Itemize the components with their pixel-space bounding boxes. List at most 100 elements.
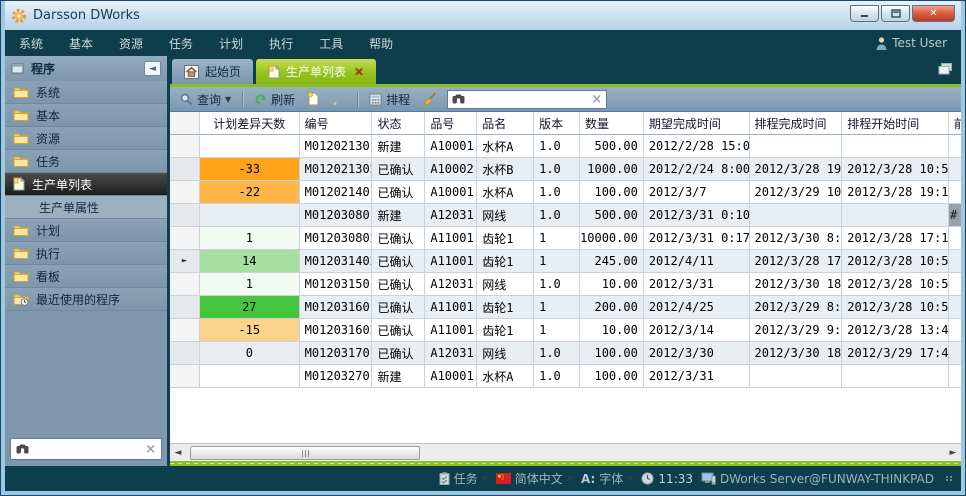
cell-code[interactable]: M012021302 xyxy=(300,158,373,181)
sidebar-item-资源[interactable]: 资源 xyxy=(5,127,167,150)
cell-item_no[interactable]: A11001 xyxy=(425,319,477,342)
cell-item_no[interactable]: A12031 xyxy=(425,342,477,365)
cell-diff[interactable]: -15 xyxy=(200,319,300,342)
cell-version[interactable]: 1 xyxy=(534,319,580,342)
tab-close-icon[interactable]: ✕ xyxy=(354,65,364,79)
cell-version[interactable]: 1.0 xyxy=(534,365,580,388)
cell-code[interactable]: M012032701 xyxy=(300,365,373,388)
cell-item_no[interactable]: A12031 xyxy=(425,273,477,296)
cell-item_no[interactable]: A10001 xyxy=(425,181,477,204)
cell-sched_start[interactable]: 2012/3/29 17:46 xyxy=(842,342,949,365)
cell-sched_start[interactable] xyxy=(842,365,949,388)
clean-button[interactable] xyxy=(418,91,441,107)
cell-version[interactable]: 1 xyxy=(534,227,580,250)
menu-item[interactable]: 工具 xyxy=(319,35,343,52)
cell-code[interactable]: M012031501 xyxy=(300,273,373,296)
table-row[interactable]: -15M012031602已确认A11001齿轮1110.002012/3/14… xyxy=(170,319,961,342)
cell-sched_end[interactable] xyxy=(750,204,843,227)
cell-diff[interactable] xyxy=(200,365,300,388)
cell-expect[interactable]: 2012/2/28 15:00 xyxy=(644,135,750,158)
cell-diff[interactable]: -33 xyxy=(200,158,300,181)
table-row[interactable]: ►14M012031402已确认A11001齿轮11245.002012/4/1… xyxy=(170,250,961,273)
cell-expect[interactable]: 2012/3/31 xyxy=(644,273,750,296)
cell-version[interactable]: 1 xyxy=(534,296,580,319)
table-row[interactable]: 27M012031601已确认A11001齿轮11200.002012/4/25… xyxy=(170,296,961,319)
cell-sched_start[interactable] xyxy=(842,135,949,158)
cell-expect[interactable]: 2012/4/25 xyxy=(644,296,750,319)
row-selector[interactable] xyxy=(170,296,200,319)
cell-qty[interactable]: 10.00 xyxy=(580,273,644,296)
column-header-期望完成时间[interactable]: 期望完成时间 xyxy=(644,112,750,135)
cell-sched_end[interactable]: 2012/3/30 18:00 xyxy=(750,273,843,296)
cell-diff[interactable]: 1 xyxy=(200,273,300,296)
column-header-前[interactable]: 前 xyxy=(949,112,961,135)
cell-code[interactable]: M012031601 xyxy=(300,296,373,319)
cell-diff[interactable]: 14 xyxy=(200,250,300,273)
cell-qty[interactable]: 200.00 xyxy=(580,296,644,319)
refresh-button[interactable]: 刷新 xyxy=(250,90,299,109)
cell-extra[interactable] xyxy=(949,319,961,342)
menu-item[interactable]: 执行 xyxy=(269,35,293,52)
column-header-版本[interactable]: 版本 xyxy=(534,112,580,135)
cell-status[interactable]: 已确认 xyxy=(372,181,425,204)
task-menu[interactable]: 任务 ▼ xyxy=(439,470,488,487)
sidebar-item-看板[interactable]: 看板 xyxy=(5,265,167,288)
cell-expect[interactable]: 2012/3/31 0:10 xyxy=(644,204,750,227)
column-header-品号[interactable]: 品号 xyxy=(425,112,477,135)
cell-qty[interactable]: 100.00 xyxy=(580,365,644,388)
cell-item_name[interactable]: 网线 xyxy=(477,273,534,296)
cell-version[interactable]: 1.0 xyxy=(534,342,580,365)
cell-status[interactable]: 已确认 xyxy=(372,158,425,181)
cell-extra[interactable] xyxy=(949,158,961,181)
cell-qty[interactable]: 10.00 xyxy=(580,319,644,342)
cell-version[interactable]: 1.0 xyxy=(534,158,580,181)
cell-status[interactable]: 已确认 xyxy=(372,250,425,273)
cell-sched_start[interactable]: 2012/3/28 10:52 xyxy=(842,296,949,319)
menu-item[interactable]: 计划 xyxy=(219,35,243,52)
sidebar-search-input[interactable] xyxy=(33,442,145,456)
scroll-left-icon[interactable]: ◄ xyxy=(170,448,186,458)
cell-qty[interactable]: 100.00 xyxy=(580,181,644,204)
cell-extra[interactable] xyxy=(949,250,961,273)
cell-sched_end[interactable]: 2012/3/29 10:20 xyxy=(750,181,843,204)
cell-code[interactable]: M012031701 xyxy=(300,342,373,365)
sidebar-item-任务[interactable]: 任务 xyxy=(5,150,167,173)
current-row-marker[interactable]: ► xyxy=(170,250,200,273)
cell-sched_start[interactable]: 2012/3/28 10:52 xyxy=(842,273,949,296)
sidebar-search-clear-icon[interactable]: × xyxy=(145,442,156,457)
cell-version[interactable]: 1.0 xyxy=(534,273,580,296)
cell-status[interactable]: 已确认 xyxy=(372,296,425,319)
cell-expect[interactable]: 2012/3/31 0:17 xyxy=(644,227,750,250)
resize-grip[interactable] xyxy=(946,476,953,481)
cell-sched_start[interactable]: 2012/3/28 10:52 xyxy=(842,158,949,181)
cell-extra[interactable] xyxy=(949,181,961,204)
row-selector[interactable] xyxy=(170,204,200,227)
menu-item[interactable]: 基本 xyxy=(69,35,93,52)
cell-status[interactable]: 已确认 xyxy=(372,319,425,342)
cell-item_no[interactable]: A11001 xyxy=(425,296,477,319)
cell-sched_start[interactable]: 2012/3/28 19:10 xyxy=(842,181,949,204)
table-row[interactable]: 1M012031501已确认A12031网线1.010.002012/3/312… xyxy=(170,273,961,296)
cell-item_name[interactable]: 水杯A xyxy=(477,365,534,388)
column-header-品名[interactable]: 品名 xyxy=(477,112,534,135)
cell-extra[interactable] xyxy=(949,365,961,388)
row-selector[interactable] xyxy=(170,227,200,250)
cell-diff[interactable] xyxy=(200,204,300,227)
minimize-button[interactable] xyxy=(850,5,879,22)
cell-item_name[interactable]: 齿轮1 xyxy=(477,227,534,250)
cell-sched_start[interactable]: 2012/3/28 13:40 xyxy=(842,319,949,342)
cell-sched_start[interactable]: 2012/3/28 10:52 xyxy=(842,250,949,273)
cell-status[interactable]: 已确认 xyxy=(372,342,425,365)
cell-item_name[interactable]: 水杯B xyxy=(477,158,534,181)
cell-expect[interactable]: 2012/3/31 xyxy=(644,365,750,388)
query-button[interactable]: 查询 ▼ xyxy=(176,90,235,109)
cell-item_no[interactable]: A12031 xyxy=(425,204,477,227)
table-row[interactable]: M012030801新建A12031网线1.0500.002012/3/31 0… xyxy=(170,204,961,227)
table-row[interactable]: -22M012021401已确认A10001水杯A1.0100.002012/3… xyxy=(170,181,961,204)
column-header-计划差异天数[interactable]: 计划差异天数 xyxy=(200,112,300,135)
sidebar-item-执行[interactable]: 执行 xyxy=(5,242,167,265)
tab-起始页[interactable]: 起始页 xyxy=(172,59,253,84)
tab-生产单列表[interactable]: 生产单列表✕ xyxy=(256,59,376,84)
cell-qty[interactable]: 245.00 xyxy=(580,250,644,273)
font-menu[interactable]: A: 字体 ▼ xyxy=(581,470,633,487)
